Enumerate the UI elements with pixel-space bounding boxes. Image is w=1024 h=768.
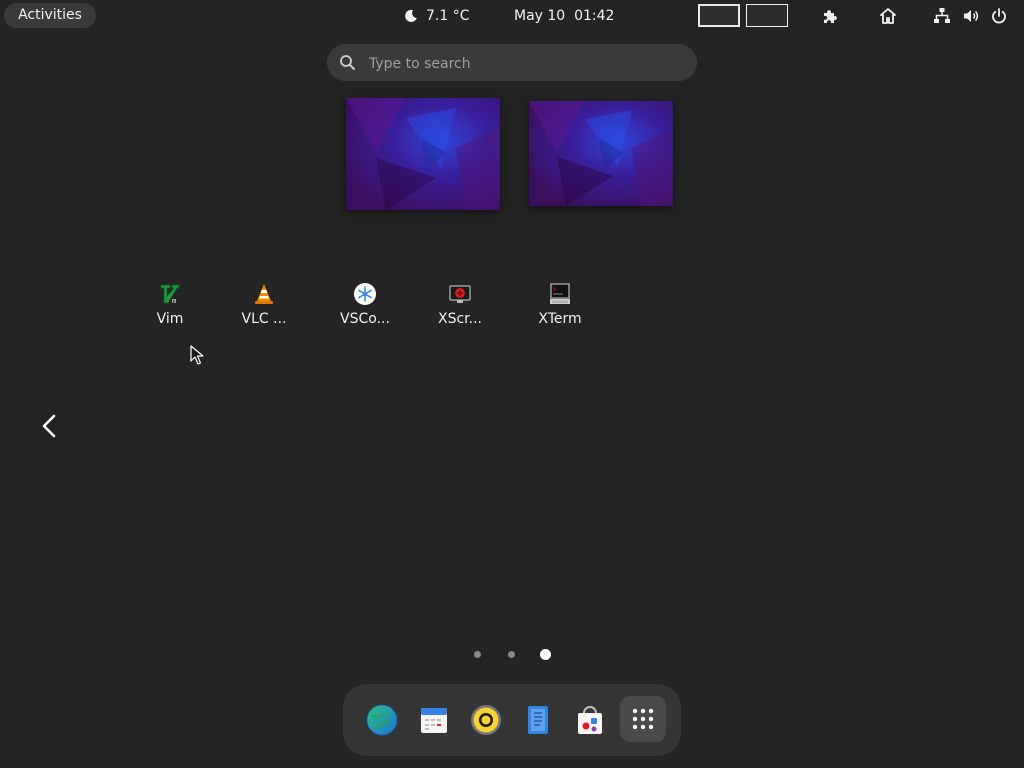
chevron-left-icon [36, 414, 64, 445]
search-icon [339, 54, 356, 71]
show-applications-button[interactable] [620, 696, 666, 742]
app-vlc[interactable]: VLC ... [219, 282, 309, 342]
app-label: XScr... [438, 311, 482, 327]
power-icon[interactable] [990, 7, 1008, 25]
app-xscreensaver[interactable]: XScr... [415, 282, 505, 342]
vlc-icon [252, 282, 276, 306]
home-icon[interactable] [879, 7, 897, 25]
rhythmbox-icon[interactable] [468, 702, 504, 738]
vim-icon: m [158, 282, 182, 306]
workspace-indicator-1[interactable] [698, 4, 740, 27]
xscreensaver-icon [448, 282, 472, 306]
software-store-icon[interactable] [572, 702, 608, 738]
page-indicator-3-current[interactable] [540, 649, 551, 660]
app-label: Vim [156, 311, 184, 327]
workspace-indicator-2[interactable] [746, 4, 788, 27]
workspace-thumbnail-1[interactable] [346, 98, 500, 210]
mouse-pointer-icon [190, 345, 204, 365]
svg-text:X: X [553, 287, 556, 293]
app-label: VSCo... [340, 311, 390, 327]
search-input[interactable] [367, 44, 681, 83]
xterm-icon: X [548, 282, 572, 306]
app-vim[interactable]: m Vim [125, 282, 215, 342]
page-indicator-2[interactable] [508, 651, 515, 658]
svg-text:m: m [172, 297, 176, 305]
workspace-thumbnail-2[interactable] [529, 101, 673, 206]
dash [343, 684, 681, 756]
app-label: XTerm [538, 311, 582, 327]
previous-page-button[interactable] [36, 411, 64, 441]
network-icon[interactable] [933, 7, 951, 25]
activities-button[interactable]: Activities [4, 3, 96, 28]
page-indicator-1[interactable] [474, 651, 481, 658]
temperature-text: 7.1 °C [426, 8, 470, 24]
text-editor-icon[interactable] [520, 702, 556, 738]
moon-icon [404, 9, 418, 23]
app-grid-icon [620, 708, 666, 746]
extensions-icon[interactable] [821, 7, 839, 25]
weather-indicator[interactable]: 7.1 °C [404, 7, 470, 25]
web-browser-icon[interactable] [364, 702, 400, 738]
vscode-icon [353, 282, 377, 306]
app-vscode[interactable]: VSCo... [320, 282, 410, 342]
volume-icon[interactable] [962, 7, 980, 25]
clock[interactable]: May 10 01:42 [514, 7, 614, 25]
search-box[interactable] [327, 44, 697, 83]
app-label: VLC ... [241, 311, 287, 327]
calendar-icon[interactable] [416, 702, 452, 738]
app-xterm[interactable]: X XTerm [515, 282, 605, 342]
top-bar: Activities 7.1 °C May 10 01:42 [0, 0, 1024, 32]
